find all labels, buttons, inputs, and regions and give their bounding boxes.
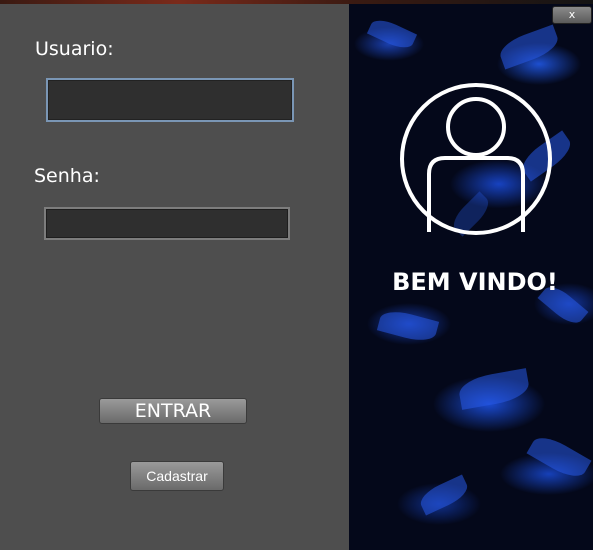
username-label: Usuario:: [35, 38, 114, 60]
enter-button[interactable]: ENTRAR: [99, 398, 247, 424]
leaf-decoration: [496, 24, 562, 70]
leaf-decoration: [456, 368, 532, 410]
password-input[interactable]: [44, 207, 290, 240]
register-button[interactable]: Cadastrar: [130, 461, 224, 491]
user-avatar-icon: [400, 83, 552, 235]
leaf-decoration: [526, 430, 592, 484]
leaf-decoration: [376, 306, 440, 346]
welcome-text: BEM VINDO!: [392, 268, 558, 296]
leaf-decoration: [416, 474, 472, 516]
username-input[interactable]: [46, 78, 294, 122]
close-button[interactable]: x: [552, 6, 592, 24]
password-label: Senha:: [34, 165, 100, 187]
leaf-decoration: [366, 15, 418, 53]
